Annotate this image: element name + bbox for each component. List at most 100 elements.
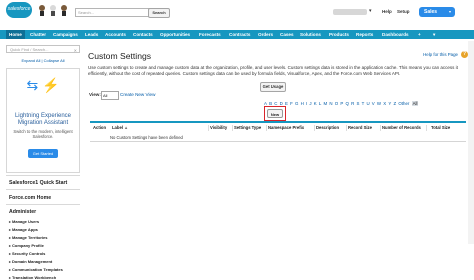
get-started-button[interactable]: Get Started	[28, 149, 58, 158]
alpha-filter-g[interactable]: G	[295, 101, 298, 106]
tab-contacts[interactable]: Contacts	[133, 30, 153, 39]
create-new-view-link[interactable]: Create New View	[120, 92, 155, 97]
alpha-filter-z[interactable]: Z	[394, 101, 397, 106]
expand-collapse-links[interactable]: Expand All | Collapse All	[6, 58, 80, 63]
tab-opportunities[interactable]: Opportunities	[160, 30, 190, 39]
page-description: Use custom settings to create and manage…	[88, 65, 458, 76]
get-usage-button[interactable]: Get Usage	[260, 82, 286, 92]
sidebar-item-translation-workbench[interactable]: ▸Translation Workbench	[9, 275, 56, 280]
alpha-filter-k[interactable]: K	[314, 101, 317, 106]
alpha-filter-p[interactable]: P	[340, 101, 343, 106]
sidebar-item-label: Manage Apps	[12, 227, 38, 232]
setup-link[interactable]: Setup	[397, 9, 410, 14]
sidebar-item-label: Manage Territories	[12, 235, 48, 240]
logo-text: salesforce	[7, 6, 31, 12]
app-menu-label: Sales	[424, 9, 438, 15]
sidebar-item-manage-territories[interactable]: ▸Manage Territories	[9, 235, 48, 240]
alpha-filter-j[interactable]: J	[309, 101, 311, 106]
tab-reports[interactable]: Reports	[356, 30, 373, 39]
column-header-visibility[interactable]: Visibility	[210, 125, 227, 130]
column-header-record-size[interactable]: Record Size	[348, 125, 372, 130]
lightning-migration-promo: ⇆ ⚡ Lightning Experience Migration Assis…	[6, 68, 80, 173]
tab-chatter[interactable]: Chatter	[30, 30, 46, 39]
global-search-input[interactable]: Search...	[75, 8, 151, 17]
alpha-filter-u[interactable]: U	[366, 101, 369, 106]
alpha-filter-h[interactable]: H	[301, 101, 304, 106]
tab-products[interactable]: Products	[329, 30, 349, 39]
chevron-down-icon: ▾	[448, 9, 451, 14]
user-menu-caret-icon[interactable]: ▾	[369, 8, 372, 14]
alpha-filter-o[interactable]: O	[335, 101, 338, 106]
sidebar-item-communication-templates[interactable]: ▸Communication Templates	[9, 267, 63, 272]
sidebar-item-manage-apps[interactable]: ▸Manage Apps	[9, 227, 38, 232]
sidebar-item-label: Security Controls	[12, 251, 46, 256]
tab-contracts[interactable]: Contracts	[229, 30, 250, 39]
sidebar-item-salesforce1-quick-start[interactable]: Salesforce1 Quick Start	[6, 180, 80, 186]
alpha-filter-w[interactable]: W	[377, 101, 381, 106]
column-header-settings-type[interactable]: Settings Type	[234, 125, 261, 130]
divider	[426, 125, 427, 131]
page-title: Custom Settings	[88, 51, 152, 61]
sidebar-item-label: Manage Users	[12, 219, 40, 224]
alphabet-filter: A B C D E F G H I J K L M N O P Q R S T U V W X Y Z Other All	[264, 101, 470, 106]
app-menu-button[interactable]: Sales ▾	[419, 7, 455, 17]
alpha-filter-all[interactable]: All	[411, 101, 419, 106]
scrollbar[interactable]	[468, 41, 474, 244]
tab-dashboards[interactable]: Dashboards	[382, 30, 409, 39]
tab-leads[interactable]: Leads	[85, 30, 98, 39]
global-header: salesforce Search... Search ▾ Help Setup…	[0, 0, 474, 20]
salesforce-logo[interactable]: salesforce	[6, 2, 32, 18]
sidebar-item-force-com-home[interactable]: Force.com Home	[6, 195, 80, 201]
tab-all-tabs-plus[interactable]: +	[418, 30, 421, 39]
alpha-filter-n[interactable]: N	[329, 101, 332, 106]
divider	[314, 125, 315, 131]
alpha-filter-y[interactable]: Y	[388, 101, 391, 106]
tab-campaigns[interactable]: Campaigns	[53, 30, 78, 39]
column-header-total-size[interactable]: Total Size	[431, 125, 450, 130]
alpha-filter-i[interactable]: I	[306, 101, 307, 106]
view-select[interactable]: All	[101, 91, 119, 100]
column-header-action: Action	[93, 125, 107, 130]
alpha-filter-f[interactable]: F	[290, 101, 293, 106]
mascot-characters-icon	[39, 5, 67, 16]
tab-forecasts[interactable]: Forecasts	[199, 30, 221, 39]
column-header-label[interactable]: Label	[112, 125, 123, 130]
tab-bar: Home Chatter Campaigns Leads Accounts Co…	[0, 30, 474, 39]
tab-cases[interactable]: Cases	[280, 30, 294, 39]
sort-ascending-icon: ▲	[124, 125, 129, 130]
sidebar-item-label: Domain Management	[12, 259, 53, 264]
alpha-filter-m[interactable]: M	[324, 101, 328, 106]
promo-title: Lightning Experience Migration Assistant	[14, 113, 72, 126]
alpha-filter-l[interactable]: L	[319, 101, 321, 106]
tab-accounts[interactable]: Accounts	[105, 30, 126, 39]
alpha-filter-other[interactable]: Other	[398, 101, 409, 106]
sidebar-item-manage-users[interactable]: ▸Manage Users	[9, 219, 39, 224]
quick-find-input[interactable]: Quick Find / Search... ✕	[6, 45, 80, 53]
clear-icon[interactable]: ✕	[74, 47, 77, 54]
tab-orders[interactable]: Orders	[258, 30, 273, 39]
alpha-filter-s[interactable]: S	[356, 101, 359, 106]
column-header-namespace-prefix[interactable]: Namespace Prefix	[268, 125, 304, 130]
sidebar-item-security-controls[interactable]: ▸Security Controls	[9, 251, 45, 256]
alpha-filter-q[interactable]: Q	[345, 101, 348, 106]
divider	[6, 175, 80, 176]
caret-right-icon: ▸	[9, 259, 12, 264]
divider	[380, 125, 381, 131]
user-menu[interactable]	[333, 9, 367, 15]
search-button[interactable]: Search	[148, 8, 170, 18]
help-icon[interactable]: ?	[461, 51, 468, 58]
help-for-this-page-link[interactable]: Help for this Page	[423, 52, 458, 57]
empty-table-message: No Custom Settings have been defined	[110, 135, 183, 140]
alpha-filter-v[interactable]: V	[372, 101, 375, 106]
new-custom-setting-button[interactable]: New	[267, 109, 283, 118]
help-link[interactable]: Help	[382, 9, 392, 14]
tab-more-chevron-icon[interactable]: ▾	[433, 30, 435, 39]
tab-solutions[interactable]: Solutions	[300, 30, 321, 39]
alpha-filter-r[interactable]: R	[351, 101, 354, 106]
column-header-description[interactable]: Description	[316, 125, 339, 130]
sidebar-item-domain-management[interactable]: ▸Domain Management	[9, 259, 52, 264]
alpha-filter-t[interactable]: T	[362, 101, 365, 106]
tab-home[interactable]: Home	[6, 30, 25, 39]
alpha-filter-x[interactable]: X	[383, 101, 386, 106]
column-header-number-of-records[interactable]: Number of Records	[382, 125, 421, 130]
